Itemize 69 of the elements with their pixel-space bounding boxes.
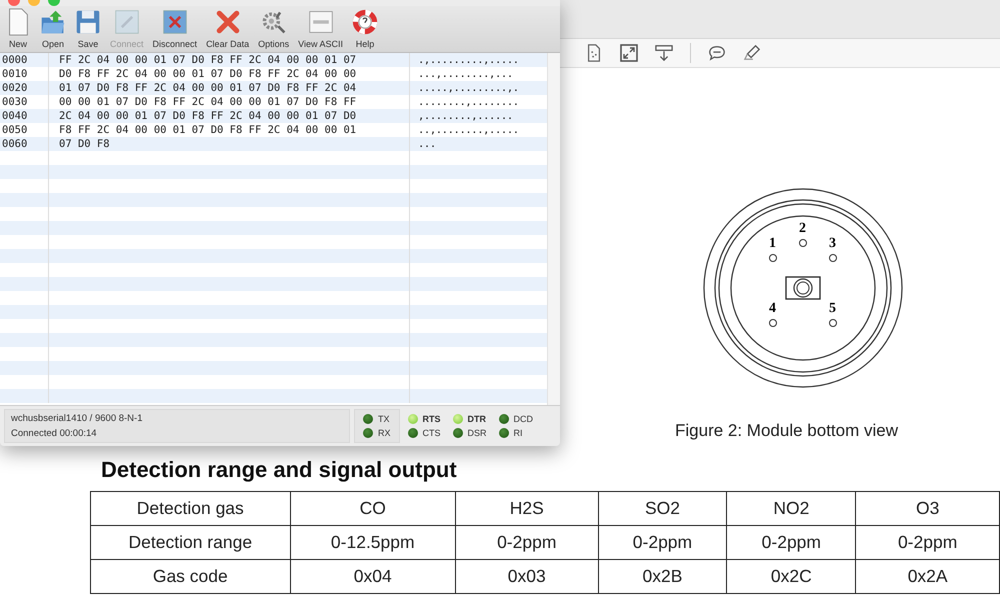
pin-number: 5 [829,302,836,316]
plug-icon [114,8,140,36]
x-mark-icon [214,8,241,36]
scrollbar[interactable] [547,53,560,405]
signal-label: DTR [468,414,486,424]
table-cell: H2S [455,492,598,526]
table-cell: 0-2ppm [856,526,1000,560]
hex-bytes: 07 D0 F8 [49,137,410,151]
table-cell: 0-2ppm [726,526,856,560]
toolbar-button[interactable]: View ASCII [295,6,346,52]
ascii-text: .,.........,..... [417,53,520,67]
highlighter-icon[interactable] [743,44,761,62]
table-cell: NO2 [726,492,856,526]
ascii-text: ...,........,... [417,67,514,81]
page-icon[interactable] [585,44,603,62]
signal-label: RX [378,428,391,438]
offset-label: 0000 [0,53,49,67]
figure-caption: Figure 2: Module bottom view [675,421,899,441]
comment-icon[interactable] [708,44,726,62]
ascii-text: ,........,...... [417,109,514,123]
toolbar-button[interactable]: Help [348,6,381,52]
table-cell: Gas code [90,560,290,594]
signal-label: CTS [422,428,441,438]
toolbar-button[interactable]: New [2,6,34,52]
ascii-text: ... [417,137,437,151]
section-heading: Detection range and signal output [101,457,458,483]
table-cell: Detection range [90,526,290,560]
toolbar-button[interactable]: Open [37,6,69,52]
table-cell: Detection gas [90,492,290,526]
expand-icon[interactable] [620,44,638,62]
table-cell: 0x2C [726,560,856,594]
table-cell: 0-2ppm [598,526,727,560]
toolbar-button[interactable]: Disconnect [150,6,200,52]
toolbar-button[interactable]: Options [255,6,292,52]
signal-label: DSR [468,428,487,438]
ascii-text: ........,........ [417,95,520,109]
toolbar-button[interactable]: Save [72,6,104,52]
ascii-text: .....,.........,. [417,81,520,95]
pin-number: 1 [769,237,776,251]
download-icon[interactable] [655,44,673,62]
connection-time: Connected 00:00:14 [11,428,98,439]
hex-bytes: FF 2C 04 00 00 01 07 D0 F8 FF 2C 04 00 00 01 07 [49,53,410,67]
hex-bytes: 01 07 D0 F8 FF 2C 04 00 00 01 07 D0 F8 FF 2C 04 [49,81,410,95]
pin-number: 2 [799,222,806,236]
table-cell: 0-12.5ppm [290,526,456,560]
table-cell: 0x04 [290,560,456,594]
hex-bytes: 2C 04 00 00 01 07 D0 F8 FF 2C 04 00 00 01 07 D0 [49,109,410,123]
offset-label: 0040 [0,109,49,123]
pin-number: 4 [769,302,776,316]
signal-label: RTS [422,414,441,424]
signal-label: TX [378,414,390,424]
table-cell: 0x2B [598,560,727,594]
offset-label: 0060 [0,137,49,151]
table-cell: 0x2A [856,560,1000,594]
table-cell: 0x03 [455,560,598,594]
table-cell: O3 [856,492,1000,526]
table-cell: 0-2ppm [455,526,598,560]
offset-label: 0020 [0,81,49,95]
help-icon [352,8,378,36]
signal-label: RI [514,428,523,438]
toolbar-button[interactable]: Clear Data [203,6,252,52]
signal-label: DCD [514,414,534,424]
unplug-icon [162,8,188,36]
folder-icon [40,8,66,36]
port-settings: wchusbserial1410 / 9600 8-N-1 [11,413,144,424]
ascii-text: ..,........,..... [417,123,520,137]
table-cell: CO [290,492,456,526]
pin-number: 3 [829,237,836,251]
table-cell: SO2 [598,492,727,526]
